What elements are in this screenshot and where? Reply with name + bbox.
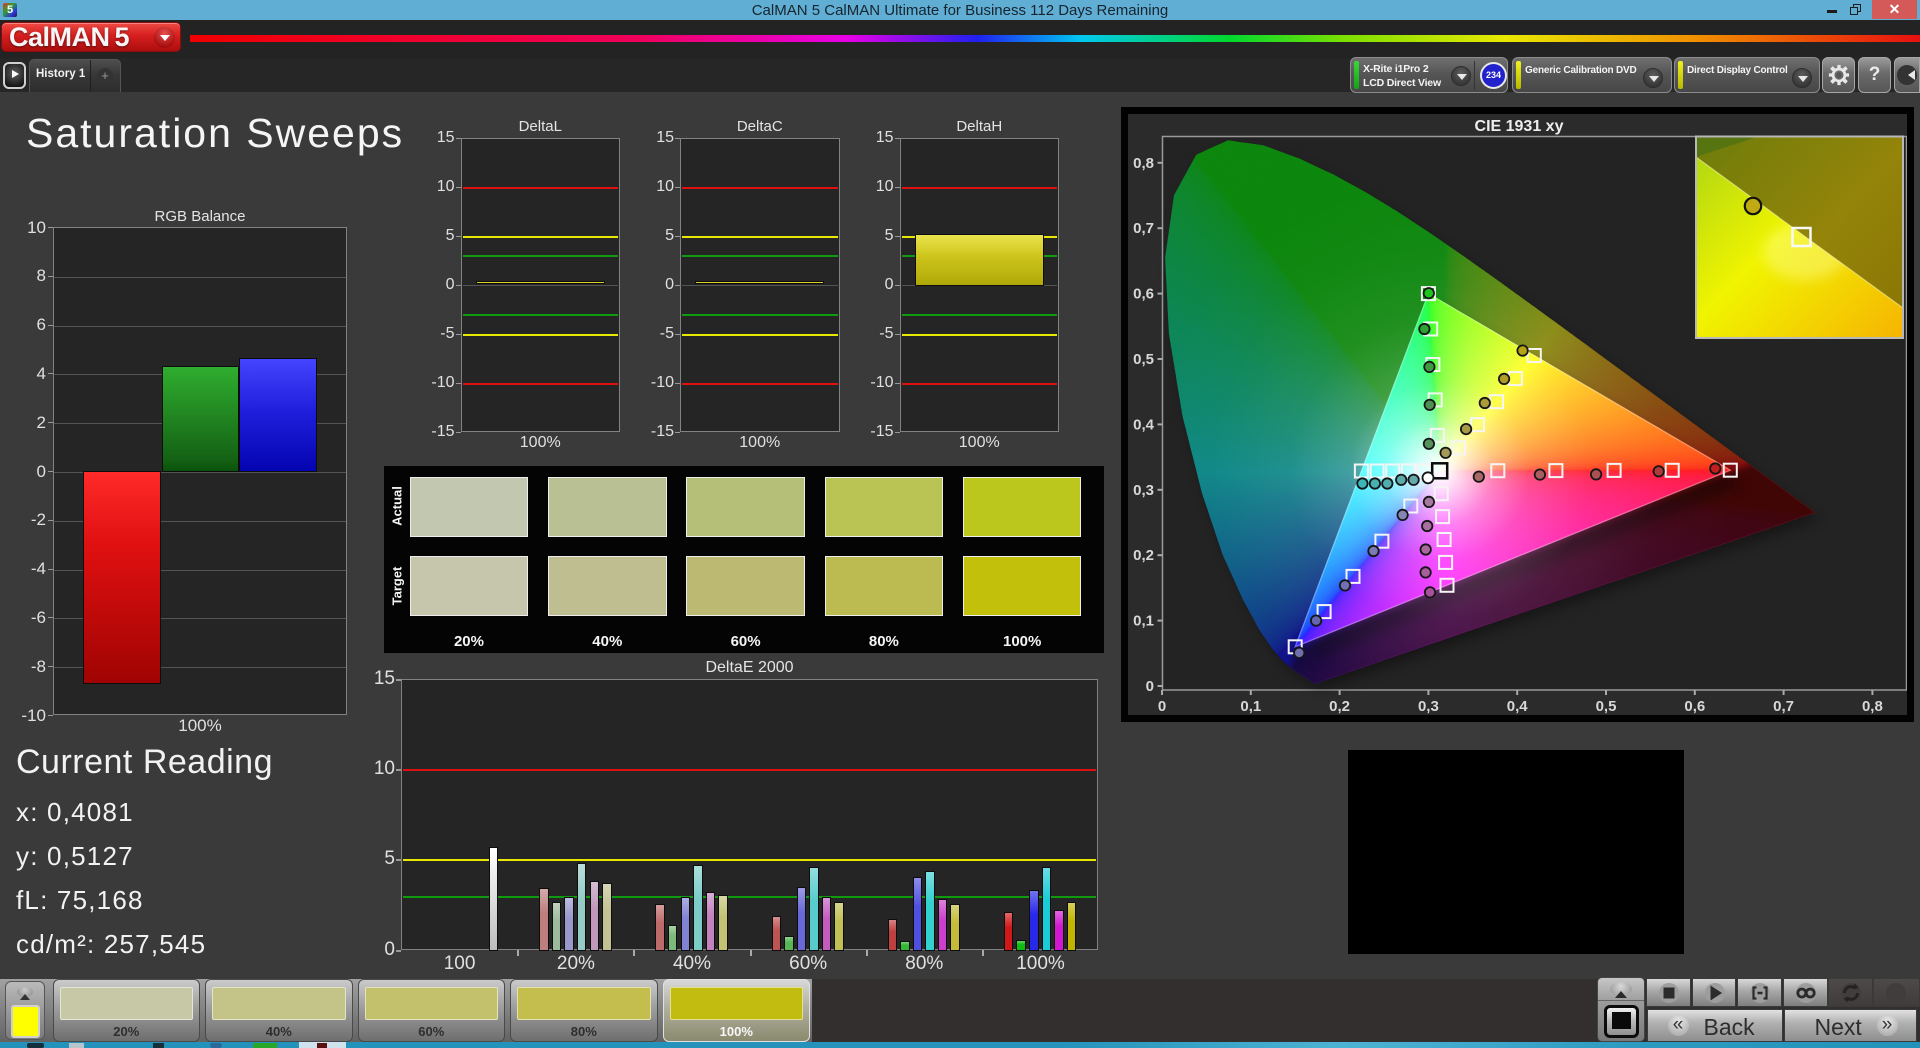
svg-text:0,1: 0,1 <box>1133 613 1154 630</box>
svg-text:0,4: 0,4 <box>1133 416 1155 433</box>
svg-text:CIE 1931 xy: CIE 1931 xy <box>1475 118 1564 135</box>
svg-text:0,5: 0,5 <box>1596 698 1617 715</box>
svg-text:0,2: 0,2 <box>1133 547 1154 564</box>
svg-text:0,7: 0,7 <box>1133 220 1154 237</box>
svg-text:0: 0 <box>1158 698 1166 715</box>
svg-text:0,2: 0,2 <box>1329 698 1350 715</box>
svg-text:0,8: 0,8 <box>1133 155 1154 172</box>
svg-text:0,3: 0,3 <box>1133 482 1154 499</box>
svg-text:0,7: 0,7 <box>1773 698 1794 715</box>
svg-text:0,8: 0,8 <box>1862 698 1883 715</box>
svg-text:0: 0 <box>1146 678 1154 695</box>
svg-text:0,4: 0,4 <box>1507 698 1529 715</box>
svg-text:0,6: 0,6 <box>1133 286 1154 303</box>
svg-text:0,5: 0,5 <box>1133 351 1154 368</box>
svg-text:0,3: 0,3 <box>1418 698 1439 715</box>
svg-text:0,1: 0,1 <box>1240 698 1261 715</box>
svg-text:0,6: 0,6 <box>1684 698 1705 715</box>
